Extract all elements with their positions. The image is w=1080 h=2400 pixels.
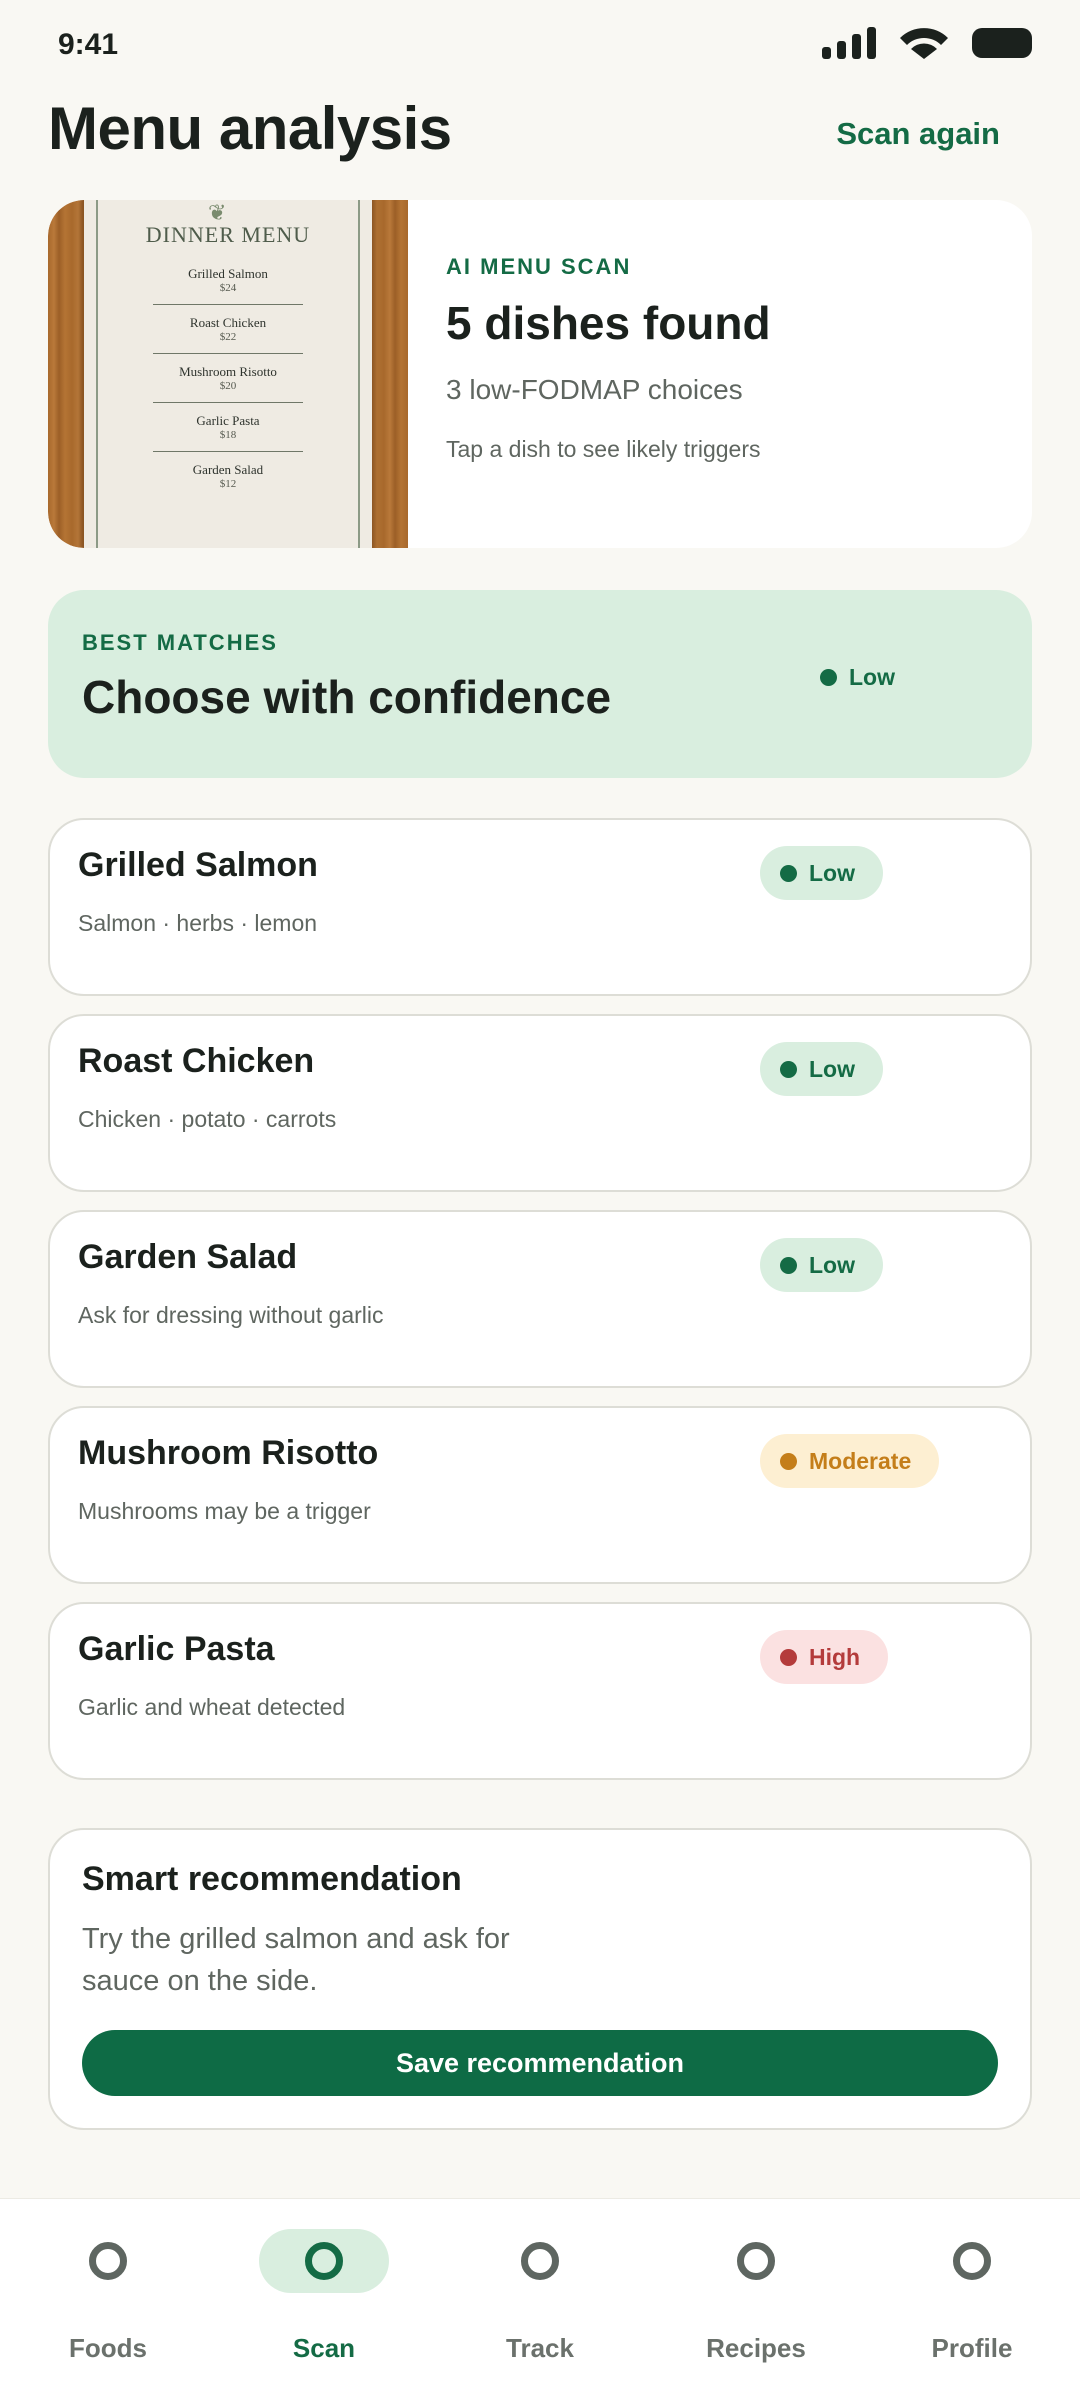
ring-icon — [521, 2242, 559, 2280]
menu-entry: Garlic Pasta $18 — [84, 413, 372, 443]
nav-item-recipes[interactable]: Recipes — [656, 2199, 856, 2400]
scan-summary-card: ❦ DINNER MENU Grilled Salmon $24 Roast C… — [48, 200, 1032, 548]
nav-label: Profile — [931, 2333, 1013, 2363]
wifi-icon — [900, 28, 948, 59]
bottom-nav: Foods Scan Track Recipes Profile — [0, 2198, 1080, 2400]
dish-name: Mushroom Risotto — [78, 1434, 379, 1472]
nav-label: Foods — [69, 2333, 147, 2363]
status-bar: 9:41 — [0, 0, 1080, 90]
nav-item-foods[interactable]: Foods — [8, 2199, 208, 2400]
low-dot-icon — [820, 669, 837, 686]
fodmap-badge-label: Low — [809, 1055, 855, 1082]
menu-entry-name: Mushroom Risotto — [179, 364, 277, 379]
dish-card-garden-salad[interactable]: Garden Salad Ask for dressing without ga… — [48, 1210, 1032, 1388]
best-matches-banner: BEST MATCHES Choose with confidence Low — [48, 590, 1032, 778]
ring-icon — [305, 2242, 343, 2280]
dish-card-mushroom-risotto[interactable]: Mushroom Risotto Mushrooms may be a trig… — [48, 1406, 1032, 1584]
menu-entry: Roast Chicken $22 — [84, 315, 372, 345]
menu-entry-name: Grilled Salmon — [188, 266, 268, 281]
fodmap-badge-label: Low — [809, 1251, 855, 1278]
fodmap-badge: Low — [760, 1042, 883, 1096]
scan-summary-eyebrow: AI MENU SCAN — [446, 254, 632, 279]
scan-summary-title: 5 dishes found — [446, 297, 771, 349]
dish-description: Salmon · herbs · lemon — [78, 910, 318, 936]
dish-name: Roast Chicken — [78, 1042, 315, 1080]
nav-item-scan[interactable]: Scan — [224, 2199, 424, 2400]
menu-entry: Garden Salad $12 — [84, 462, 372, 492]
ring-icon — [737, 2242, 775, 2280]
status-time: 9:41 — [58, 28, 119, 61]
fodmap-badge: Low — [760, 846, 883, 900]
dish-card-grilled-salmon[interactable]: Grilled Salmon Salmon · herbs · lemon Lo… — [48, 818, 1032, 996]
dish-list: Grilled Salmon Salmon · herbs · lemon Lo… — [48, 818, 1032, 1798]
dish-description: Chicken · potato · carrots — [78, 1106, 337, 1132]
dish-name: Garlic Pasta — [78, 1630, 275, 1668]
dish-card-roast-chicken[interactable]: Roast Chicken Chicken · potato · carrots… — [48, 1014, 1032, 1192]
nav-label: Recipes — [706, 2333, 806, 2363]
leaf-ornament-icon: ❦ — [208, 200, 227, 225]
recommendation-card: Smart recommendation Try the grilled sal… — [48, 1828, 1032, 2130]
status-dot-icon — [780, 1648, 797, 1666]
fodmap-badge-label: Low — [809, 859, 855, 886]
page-title: Menu analysis — [48, 95, 452, 162]
ring-icon — [953, 2242, 991, 2280]
menu-entry-price: $12 — [219, 478, 237, 490]
best-matches-title: Choose with confidence — [82, 671, 612, 723]
best-matches-level-label: Low — [849, 664, 895, 690]
best-matches-eyebrow: BEST MATCHES — [82, 630, 278, 655]
dish-description: Mushrooms may be a trigger — [78, 1498, 371, 1524]
status-dot-icon — [780, 864, 797, 882]
fodmap-badge: Moderate — [760, 1434, 940, 1488]
signal-icon — [822, 27, 876, 59]
dish-description: Ask for dressing without garlic — [78, 1302, 384, 1328]
recommendation-text: Try the grilled salmon and ask for sauce… — [82, 1923, 510, 1997]
nav-item-track[interactable]: Track — [440, 2199, 640, 2400]
scan-again-button[interactable]: Scan again — [836, 116, 1000, 152]
menu-sheet-title: DINNER MENU — [145, 222, 311, 247]
scan-summary-subtitle: 3 low-FODMAP choices — [446, 374, 743, 405]
dish-name: Garden Salad — [78, 1238, 298, 1276]
status-dot-icon — [780, 1452, 797, 1470]
menu-entry: Grilled Salmon $24 — [84, 266, 372, 296]
status-dot-icon — [780, 1256, 797, 1274]
dish-description: Garlic and wheat detected — [78, 1694, 346, 1720]
ring-icon — [89, 2242, 127, 2280]
menu-sheet: ❦ DINNER MENU Grilled Salmon $24 Roast C… — [84, 200, 372, 548]
fodmap-badge: High — [760, 1630, 889, 1684]
status-icons — [822, 26, 1032, 60]
dish-name: Grilled Salmon — [78, 846, 318, 884]
menu-entry: Mushroom Risotto $20 — [84, 364, 372, 394]
menu-entry-price: $18 — [219, 429, 237, 441]
menu-entry-price: $24 — [219, 282, 237, 294]
menu-photo: ❦ DINNER MENU Grilled Salmon $24 Roast C… — [48, 200, 408, 548]
best-matches-level: Low — [820, 664, 895, 691]
fodmap-badge: Low — [760, 1238, 883, 1292]
fodmap-badge-label: Moderate — [809, 1447, 912, 1474]
menu-entry-price: $22 — [219, 331, 237, 343]
nav-item-profile[interactable]: Profile — [872, 2199, 1072, 2400]
save-recommendation-button[interactable]: Save recommendation — [82, 2030, 998, 2096]
status-dot-icon — [780, 1060, 797, 1078]
menu-entry-name: Garlic Pasta — [196, 413, 260, 428]
fodmap-badge-label: High — [809, 1643, 861, 1670]
menu-entry-name: Roast Chicken — [189, 315, 267, 330]
scan-summary-hint: Tap a dish to see likely triggers — [446, 436, 761, 462]
nav-label: Scan — [292, 2333, 356, 2363]
dish-card-garlic-pasta[interactable]: Garlic Pasta Garlic and wheat detected H… — [48, 1602, 1032, 1780]
nav-label: Track — [506, 2333, 574, 2363]
recommendation-title: Smart recommendation — [82, 1860, 462, 1898]
menu-entry-name: Garden Salad — [192, 462, 264, 477]
battery-icon — [972, 28, 1032, 58]
menu-entry-price: $20 — [219, 380, 237, 392]
